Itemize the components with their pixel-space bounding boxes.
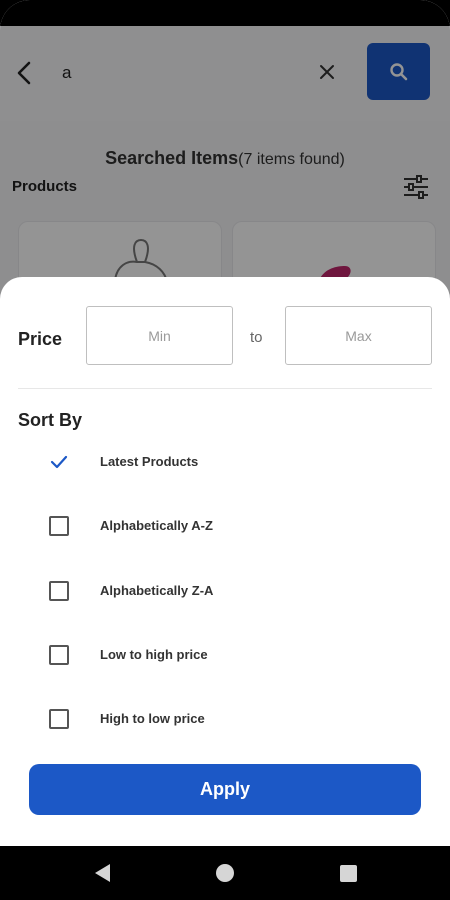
checkbox[interactable] xyxy=(49,516,69,536)
divider xyxy=(18,388,432,389)
to-label: to xyxy=(250,329,263,346)
sort-option-label: Latest Products xyxy=(100,454,199,469)
nav-back-icon[interactable] xyxy=(92,862,112,884)
sort-option-label: High to low price xyxy=(100,711,205,726)
sort-option-z-a[interactable]: Alphabetically Z-A xyxy=(0,570,450,610)
checkbox[interactable] xyxy=(49,645,69,665)
sort-option-label: Alphabetically A-Z xyxy=(100,518,213,533)
screen: Searched Items(7 items found) Products P… xyxy=(0,0,450,900)
price-max-input[interactable]: Max xyxy=(285,306,432,365)
checkbox[interactable] xyxy=(49,581,69,601)
sort-option-high-low[interactable]: High to low price xyxy=(0,698,450,738)
nav-home-icon[interactable] xyxy=(216,864,234,882)
nav-recent-icon[interactable] xyxy=(340,865,357,882)
sort-option-label: Low to high price xyxy=(100,647,208,662)
sort-by-label: Sort By xyxy=(18,410,83,430)
checkbox[interactable] xyxy=(49,709,69,729)
check-icon xyxy=(50,455,68,469)
dim-overlay[interactable] xyxy=(0,26,450,306)
sort-option-latest[interactable]: Latest Products xyxy=(0,441,450,481)
sort-option-low-high[interactable]: Low to high price xyxy=(0,634,450,674)
status-bar xyxy=(0,0,450,26)
price-min-input[interactable]: Min xyxy=(86,306,233,365)
apply-button[interactable]: Apply xyxy=(29,764,421,815)
sort-option-a-z[interactable]: Alphabetically A-Z xyxy=(0,505,450,545)
sort-option-label: Alphabetically Z-A xyxy=(100,583,214,598)
price-label: Price xyxy=(18,329,63,349)
